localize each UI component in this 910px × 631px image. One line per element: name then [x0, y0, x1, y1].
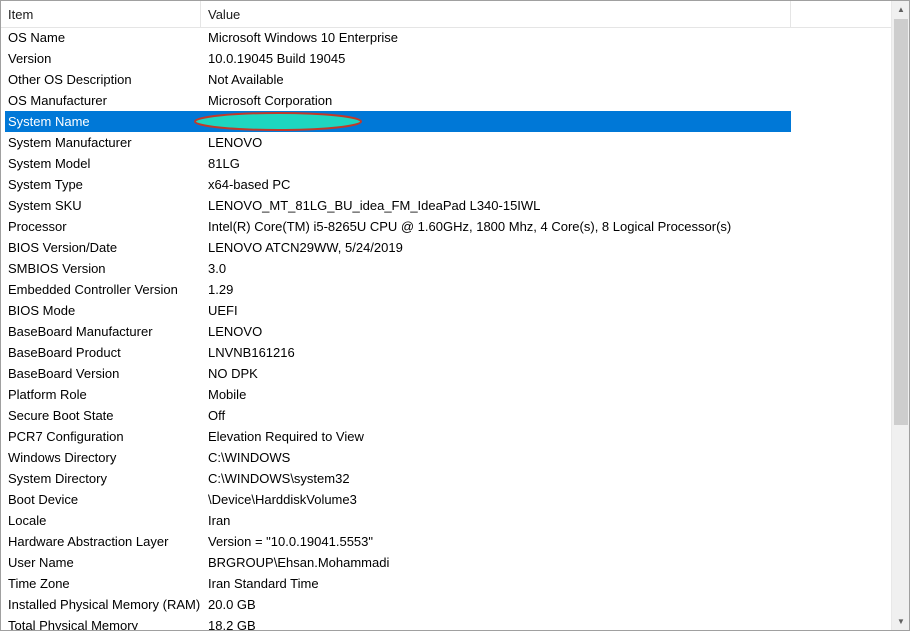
- row-item-label: Platform Role: [8, 387, 87, 402]
- row-item-label: BIOS Version/Date: [8, 240, 118, 255]
- table-row[interactable]: Time Zone Iran Standard Time: [1, 573, 791, 594]
- table-row[interactable]: BaseBoard Product LNVNB161216: [1, 342, 791, 363]
- table-row[interactable]: System Type x64-based PC: [1, 174, 791, 195]
- table-row[interactable]: User Name BRGROUP\Ehsan.Mohammadi: [1, 552, 791, 573]
- table-row[interactable]: System Directory C:\WINDOWS\system32: [1, 468, 791, 489]
- row-item-label: BaseBoard Version: [8, 366, 120, 381]
- table-row[interactable]: Secure Boot State Off: [1, 405, 791, 426]
- row-item-label: System Type: [8, 177, 83, 192]
- row-value: BRGROUP\Ehsan.Mohammadi: [208, 555, 390, 570]
- row-value: LENOVO_MT_81LG_BU_idea_FM_IdeaPad L340-1…: [208, 198, 541, 213]
- row-value: 3.0: [208, 261, 227, 276]
- table-row[interactable]: System Name: [5, 111, 791, 132]
- table-row[interactable]: Windows Directory C:\WINDOWS: [1, 447, 791, 468]
- table-row[interactable]: System Model 81LG: [1, 153, 791, 174]
- table-row[interactable]: Other OS Description Not Available: [1, 69, 791, 90]
- row-item-label: System Manufacturer: [8, 135, 132, 150]
- table-row[interactable]: PCR7 Configuration Elevation Required to …: [1, 426, 791, 447]
- row-value: LENOVO: [208, 324, 263, 339]
- row-item-label: BaseBoard Product: [8, 345, 121, 360]
- table-row[interactable]: Embedded Controller Version 1.29: [1, 279, 791, 300]
- row-value: 81LG: [208, 156, 240, 171]
- table-row[interactable]: BIOS Mode UEFI: [1, 300, 791, 321]
- row-value: UEFI: [208, 303, 238, 318]
- table-row[interactable]: BaseBoard Manufacturer LENOVO: [1, 321, 791, 342]
- row-value: NO DPK: [208, 366, 258, 381]
- row-item-label: BaseBoard Manufacturer: [8, 324, 153, 339]
- row-value: Intel(R) Core(TM) i5-8265U CPU @ 1.60GHz…: [208, 219, 732, 234]
- row-value: 10.0.19045 Build 19045: [208, 51, 346, 66]
- table-row[interactable]: OS Name Microsoft Windows 10 Enterprise: [1, 27, 791, 48]
- row-value: C:\WINDOWS\system32: [208, 471, 350, 486]
- vertical-scrollbar[interactable]: ▲ ▼: [891, 1, 909, 630]
- scroll-down-icon[interactable]: ▼: [892, 613, 909, 630]
- row-item-label: System Directory: [8, 471, 107, 486]
- table-row[interactable]: OS Manufacturer Microsoft Corporation: [1, 90, 791, 111]
- row-item-label: Processor: [8, 219, 67, 234]
- table-row[interactable]: Installed Physical Memory (RAM) 20.0 GB: [1, 594, 791, 615]
- row-value: LENOVO ATCN29WW, 5/24/2019: [208, 240, 403, 255]
- row-value: Version = "10.0.19041.5553": [208, 534, 374, 549]
- row-item-label: System Name: [8, 114, 90, 129]
- row-value: C:\WINDOWS: [208, 450, 291, 465]
- row-value: 1.29: [208, 282, 234, 297]
- row-value: Iran Standard Time: [208, 576, 319, 591]
- row-value: Microsoft Windows 10 Enterprise: [208, 30, 399, 45]
- row-value: x64-based PC: [208, 177, 291, 192]
- row-item-label: Secure Boot State: [8, 408, 114, 423]
- system-summary-list: Item Value OS Name Microsoft Windows 10 E…: [0, 0, 910, 631]
- row-value: Mobile: [208, 387, 247, 402]
- row-value: 20.0 GB: [208, 597, 256, 612]
- row-value: Iran: [208, 513, 231, 528]
- table-row[interactable]: SMBIOS Version 3.0: [1, 258, 791, 279]
- row-item-label: Locale: [8, 513, 47, 528]
- table-row[interactable]: Version 10.0.19045 Build 19045: [1, 48, 791, 69]
- table-row[interactable]: Hardware Abstraction Layer Version = "10.…: [1, 531, 791, 552]
- row-item-label: Version: [8, 51, 52, 66]
- row-item-label: Embedded Controller Version: [8, 282, 178, 297]
- row-item-label: Time Zone: [8, 576, 70, 591]
- table-row[interactable]: BaseBoard Version NO DPK: [1, 363, 791, 384]
- scroll-up-icon[interactable]: ▲: [892, 1, 909, 18]
- row-item-label: Hardware Abstraction Layer: [8, 534, 169, 549]
- row-item-label: Other OS Description: [8, 72, 132, 87]
- column-header-item[interactable]: Item: [1, 1, 201, 27]
- row-item-label: BIOS Mode: [8, 303, 76, 318]
- table-row[interactable]: System SKU LENOVO_MT_81LG_BU_idea_FM_Idea…: [1, 195, 791, 216]
- row-item-label: Boot Device: [8, 492, 79, 507]
- row-item-label: User Name: [8, 555, 74, 570]
- scrollbar-thumb[interactable]: [894, 19, 908, 425]
- table-row[interactable]: Boot Device \Device\HarddiskVolume3: [1, 489, 791, 510]
- row-item-label: OS Manufacturer: [8, 93, 107, 108]
- table-row[interactable]: Platform Role Mobile: [1, 384, 791, 405]
- row-item-label: OS Name: [8, 30, 66, 45]
- row-value: Elevation Required to View: [208, 429, 364, 444]
- row-value: Off: [208, 408, 226, 423]
- list-header: Item Value: [1, 1, 891, 28]
- column-header-value[interactable]: Value: [201, 1, 791, 27]
- row-item-label: Total Physical Memory: [8, 618, 139, 631]
- table-row[interactable]: Total Physical Memory 18.2 GB: [1, 615, 791, 631]
- row-value: Not Available: [208, 72, 284, 87]
- redaction-mark: [194, 112, 362, 131]
- row-item-label: SMBIOS Version: [8, 261, 106, 276]
- row-item-label: System SKU: [8, 198, 82, 213]
- row-value: Microsoft Corporation: [208, 93, 333, 108]
- row-item-label: Windows Directory: [8, 450, 117, 465]
- row-value: \Device\HarddiskVolume3: [208, 492, 357, 507]
- row-value: 18.2 GB: [208, 618, 256, 631]
- table-row[interactable]: Locale Iran: [1, 510, 791, 531]
- table-row[interactable]: BIOS Version/Date LENOVO ATCN29WW, 5/24/2…: [1, 237, 791, 258]
- table-row[interactable]: Processor Intel(R) Core(TM) i5-8265U CPU …: [1, 216, 791, 237]
- row-value: LNVNB161216: [208, 345, 295, 360]
- row-item-label: System Model: [8, 156, 91, 171]
- row-item-label: Installed Physical Memory (RAM): [8, 597, 201, 612]
- row-item-label: PCR7 Configuration: [8, 429, 124, 444]
- row-value: LENOVO: [208, 135, 263, 150]
- table-row[interactable]: System Manufacturer LENOVO: [1, 132, 791, 153]
